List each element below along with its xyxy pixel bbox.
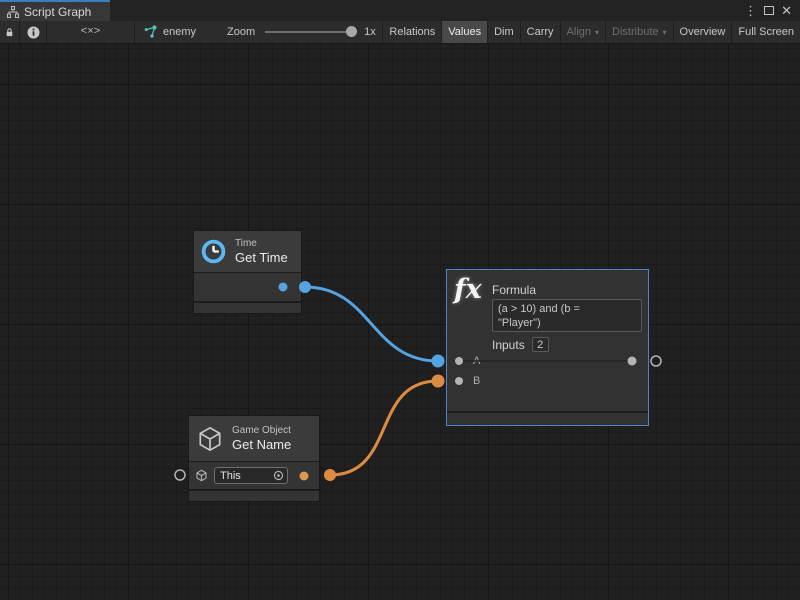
close-icon[interactable]: ✕ [781, 4, 792, 17]
dim-label: Dim [494, 26, 514, 38]
info-icon [27, 26, 40, 39]
get-name-header: Game Object Get Name [189, 416, 319, 461]
get-time-footer [194, 301, 301, 313]
align-button[interactable]: Align ▾ [561, 21, 605, 43]
formula-footer-divider [447, 411, 648, 413]
chevron-down-icon: ▾ [595, 28, 599, 37]
toolbar-toggle-group: Relations Values Dim Carry Align ▾ Distri… [382, 21, 800, 43]
node-title: Get Name [232, 437, 291, 452]
tab-title: Script Graph [24, 5, 91, 19]
hierarchy-icon [7, 6, 19, 18]
overview-button[interactable]: Overview [674, 21, 732, 43]
target-object-field[interactable]: This [214, 467, 288, 484]
zoom-label: Zoom [227, 26, 255, 38]
wire-get-name-to-formula[interactable] [330, 381, 438, 475]
node-category: Time [235, 238, 288, 250]
node-title: Get Time [235, 250, 288, 265]
maximize-box [764, 6, 774, 15]
cube-icon-small [195, 469, 208, 482]
info-button[interactable] [20, 21, 46, 43]
chevron-down-icon: ▾ [663, 28, 667, 37]
full-screen-label: Full Screen [738, 26, 794, 38]
get-name-port-row: This [189, 461, 319, 489]
graph-canvas[interactable]: Time Get Time Game Object Get Name This [0, 44, 800, 600]
window-controls: ⋮ ✕ [744, 0, 800, 21]
code-icon: <×> [81, 26, 101, 38]
node-get-name[interactable]: Game Object Get Name This [188, 415, 320, 502]
formula-inputs-row: Inputs 2 [492, 337, 549, 352]
window-tab-bar: Script Graph ⋮ ✕ [0, 0, 800, 21]
object-picker-icon[interactable] [273, 470, 284, 481]
carry-button[interactable]: Carry [521, 21, 560, 43]
cube-icon [196, 425, 224, 453]
node-get-time[interactable]: Time Get Time [193, 230, 302, 314]
node-category: Game Object [232, 425, 291, 437]
lock-icon [5, 26, 14, 39]
carry-label: Carry [527, 26, 554, 38]
formula-output-unconnected-ring[interactable] [651, 356, 661, 366]
graph-toolbar: <×> enemy Zoom 1x Relations Values Dim C… [0, 21, 800, 44]
values-label: Values [448, 26, 481, 38]
tab-script-graph[interactable]: Script Graph [0, 0, 110, 21]
expression-line-2: "Player") [498, 316, 636, 330]
wire-endpoint-orange-source[interactable] [324, 469, 336, 481]
zoom-slider[interactable] [265, 31, 355, 33]
inputs-count-field[interactable]: 2 [532, 337, 549, 352]
wire-overlay [0, 0, 800, 600]
target-object-value: This [220, 470, 241, 482]
input-port-a-label: A [473, 355, 480, 367]
wire-endpoint-blue-target[interactable] [432, 355, 445, 368]
node-title: Formula [492, 283, 536, 297]
values-button[interactable]: Values [442, 21, 487, 43]
wire-endpoint-orange-target[interactable] [432, 375, 445, 388]
embed-code-button[interactable]: <×> [47, 21, 134, 43]
full-screen-button[interactable]: Full Screen [732, 21, 800, 43]
distribute-label: Distribute [612, 26, 658, 38]
zoom-slider-handle[interactable] [346, 26, 357, 37]
graph-breadcrumb[interactable]: enemy [135, 21, 219, 43]
formula-expression-field[interactable]: (a > 10) and (b = "Player") [492, 299, 642, 332]
zoom-value: 1x [364, 26, 376, 38]
inputs-label: Inputs [492, 338, 525, 352]
get-time-port-row [194, 272, 301, 301]
get-name-input-unconnected-ring[interactable] [175, 470, 185, 480]
graph-name-label: enemy [163, 26, 196, 38]
script-graph-asset-icon [143, 25, 157, 39]
maximize-icon[interactable] [764, 2, 774, 20]
lock-button[interactable] [0, 21, 19, 43]
distribute-button[interactable]: Distribute ▾ [606, 21, 672, 43]
clock-icon [200, 238, 227, 265]
get-name-footer [189, 489, 319, 501]
expression-line-1: (a > 10) and (b = [498, 302, 636, 316]
get-time-header: Time Get Time [194, 231, 301, 272]
dim-button[interactable]: Dim [488, 21, 520, 43]
input-port-b-label: B [473, 375, 480, 387]
zoom-control: Zoom 1x [219, 21, 379, 43]
align-label: Align [567, 26, 591, 38]
relations-button[interactable]: Relations [383, 21, 441, 43]
menu-icon[interactable]: ⋮ [744, 4, 757, 17]
relations-label: Relations [389, 26, 435, 38]
formula-fx-icon: fx [454, 274, 482, 305]
overview-label: Overview [680, 26, 726, 38]
wire-get-time-to-formula[interactable] [305, 287, 438, 361]
node-formula[interactable]: fx Formula (a > 10) and (b = "Player") I… [446, 269, 649, 426]
